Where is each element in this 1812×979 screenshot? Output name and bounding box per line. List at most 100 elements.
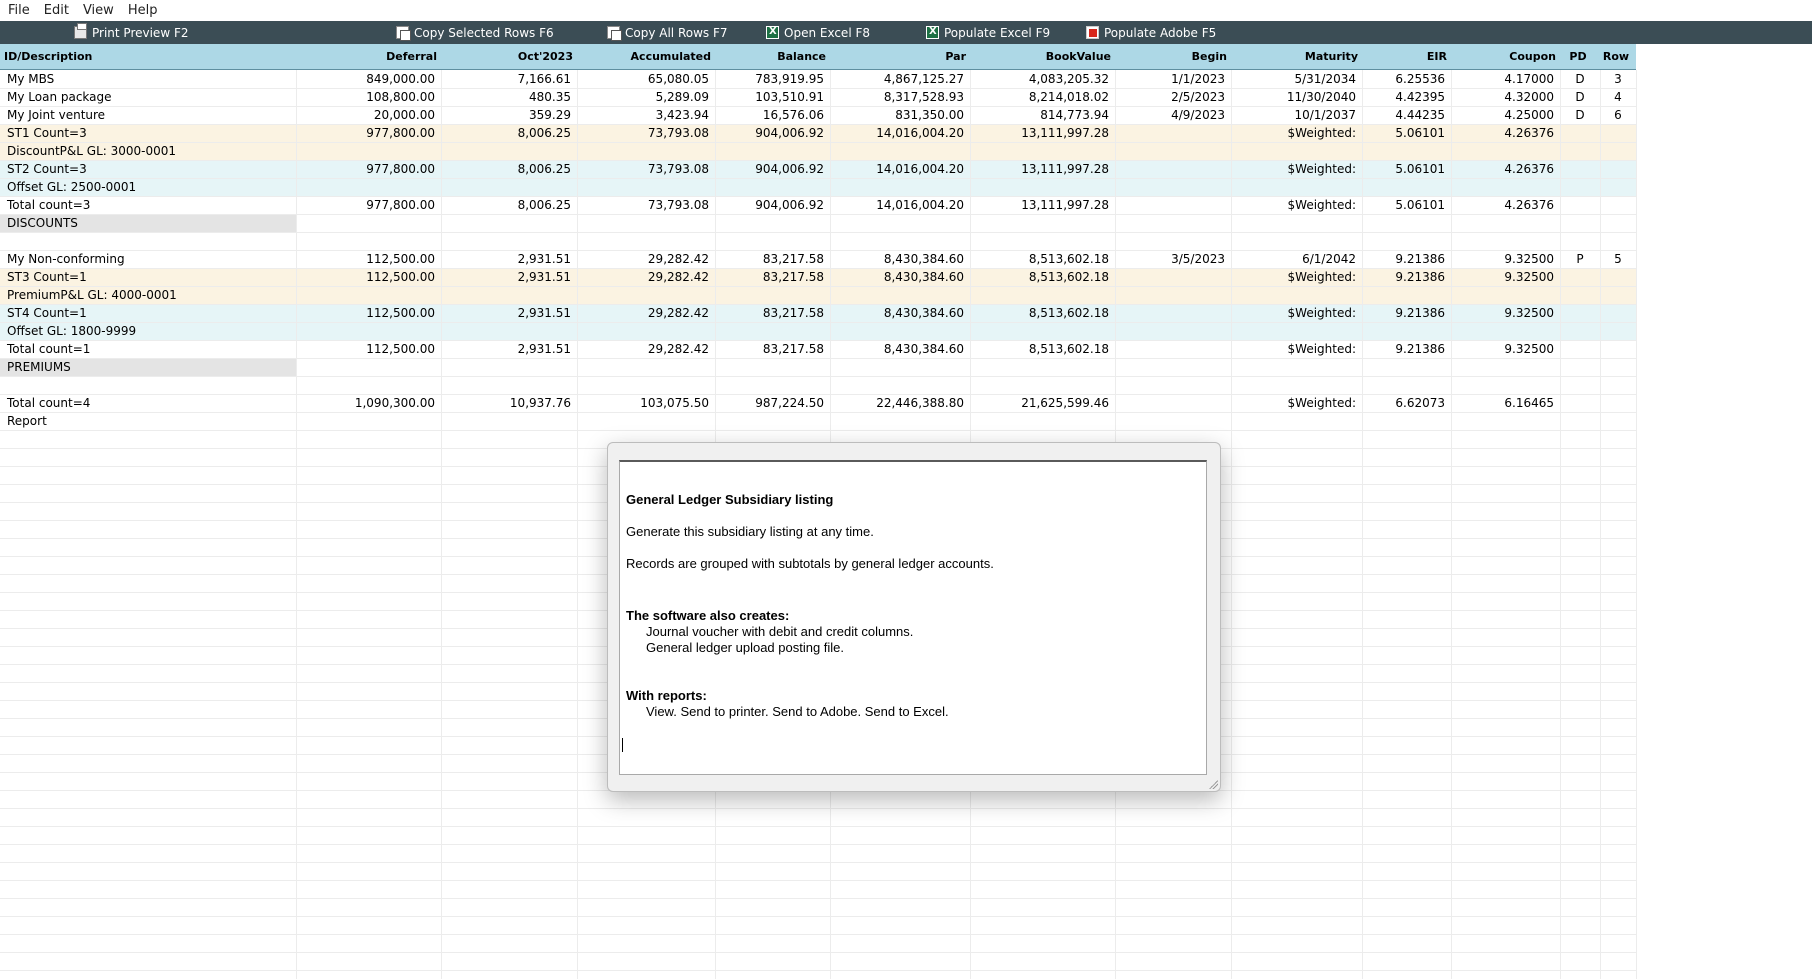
grid-hline (0, 142, 1636, 143)
column-header-10[interactable]: Coupon (1451, 44, 1560, 69)
table-cell: 14,016,004.20 (876, 126, 964, 140)
table-cell: 4/9/2023 (1171, 108, 1225, 122)
table-cell: 10,937.76 (509, 396, 571, 410)
column-header-4[interactable]: Balance (715, 44, 830, 69)
table-cell: 9.32500 (1504, 270, 1554, 284)
table-cell: PREMIUMS (0, 358, 296, 376)
table-cell: $Weighted: (1287, 126, 1356, 140)
table-cell (1115, 340, 1231, 358)
column-header-7[interactable]: Begin (1115, 44, 1231, 69)
column-header-2[interactable]: Oct'2023 (441, 44, 577, 69)
table-row[interactable] (0, 376, 1636, 394)
dialog-text-line: Records are grouped with subtotals by ge… (626, 556, 994, 571)
resize-grip-icon[interactable] (1208, 779, 1218, 789)
table-cell: 977,800.00 (366, 126, 435, 140)
table-cell (296, 286, 441, 304)
table-row[interactable]: Report (0, 412, 1636, 430)
grid-vline (296, 70, 297, 979)
table-cell (1451, 142, 1560, 160)
column-header-8[interactable]: Maturity (1231, 44, 1362, 69)
grid-hline (0, 232, 1636, 233)
column-header-0[interactable]: ID/Description (0, 44, 296, 69)
table-cell (970, 286, 1115, 304)
grid-hline (0, 178, 1636, 179)
table-row[interactable]: Total count=3 977,800.00 8,006.25 73,793.08… (0, 196, 1636, 214)
table-cell: 9.32500 (1504, 342, 1554, 356)
table-cell: 8,513,602.18 (1028, 270, 1109, 284)
grid-hline (0, 430, 1636, 431)
table-cell: 8,430,384.60 (883, 252, 964, 266)
table-cell (1231, 232, 1362, 250)
column-header-3[interactable]: Accumulated (577, 44, 715, 69)
table-row[interactable]: ST1 Count=3 977,800.00 8,006.25 73,793.08 90… (0, 124, 1636, 142)
column-header-6[interactable]: BookValue (970, 44, 1115, 69)
table-cell: 359.29 (529, 108, 571, 122)
menu-file[interactable]: File (0, 3, 36, 18)
table-cell: 5.06101 (1395, 126, 1445, 140)
table-row[interactable]: ST2 Count=3 977,800.00 8,006.25 73,793.08 90… (0, 160, 1636, 178)
grid-hline (0, 322, 1636, 323)
table-row[interactable]: Offset GL: 1800-9999 (0, 322, 1636, 340)
menu-view[interactable]: View (75, 3, 120, 18)
table-cell (441, 232, 577, 250)
table-cell (1600, 268, 1636, 286)
column-header-1[interactable]: Deferral (296, 44, 441, 69)
table-row[interactable]: My MBS 849,000.00 7,166.61 65,080.05 783,919… (0, 70, 1636, 88)
table-cell (970, 376, 1115, 394)
table-cell: Total count=3 (7, 198, 91, 212)
table-row[interactable]: ST3 Count=1 112,500.00 2,931.51 29,282.42 83… (0, 268, 1636, 286)
table-cell (1115, 376, 1231, 394)
column-header-5[interactable]: Par (830, 44, 970, 69)
table-row[interactable]: My Non-conforming 112,500.00 2,931.51 29,28… (0, 250, 1636, 268)
table-cell (1451, 214, 1560, 232)
table-row[interactable]: DiscountP&L GL: 3000-0001 (0, 142, 1636, 160)
column-header-12[interactable]: Row (1600, 44, 1636, 69)
info-textarea[interactable]: General Ledger Subsidiary listing Generat… (619, 460, 1207, 775)
table-row[interactable]: My Loan package 108,800.00 480.35 5,289.09 1… (0, 88, 1636, 106)
table-cell (830, 376, 970, 394)
table-cell: 20,000.00 (373, 108, 435, 122)
toolbar-button-4[interactable]: Populate Excel F9 (926, 21, 1050, 44)
toolbar-button-2[interactable]: Copy All Rows F7 (607, 21, 728, 44)
table-row[interactable]: DISCOUNTS (0, 214, 1636, 232)
column-header-9[interactable]: EIR (1362, 44, 1451, 69)
table-cell: 83,217.58 (762, 252, 824, 266)
column-header-11[interactable]: PD (1560, 44, 1600, 69)
table-cell (577, 178, 715, 196)
grid-hline (0, 412, 1636, 413)
table-cell (296, 322, 441, 340)
table-row[interactable]: Offset GL: 2500-0001 (0, 178, 1636, 196)
table-cell (1115, 394, 1231, 412)
grid-hline (0, 124, 1636, 125)
grid-hline (0, 862, 1636, 863)
table-row[interactable]: My Joint venture 20,000.00 359.29 3,423.94 1… (0, 106, 1636, 124)
grid-hline (0, 196, 1636, 197)
table-row[interactable]: Total count=1 112,500.00 2,931.51 29,282.42… (0, 340, 1636, 358)
grid-hline (0, 880, 1636, 881)
table-cell (970, 178, 1115, 196)
menu-edit[interactable]: Edit (36, 3, 75, 18)
table-cell: Report (7, 414, 47, 428)
table-cell (441, 412, 577, 430)
table-cell: 6.25536 (1395, 72, 1445, 86)
menu-help[interactable]: Help (120, 3, 164, 18)
table-row[interactable]: PremiumP&L GL: 4000-0001 (0, 286, 1636, 304)
grid-hline (0, 394, 1636, 395)
toolbar-button-3[interactable]: Open Excel F8 (766, 21, 870, 44)
info-dialog: General Ledger Subsidiary listing Generat… (607, 442, 1221, 792)
table-cell: 5.06101 (1395, 198, 1445, 212)
toolbar-button-0[interactable]: Print Preview F2 (74, 21, 188, 44)
table-row[interactable] (0, 232, 1636, 250)
toolbar-button-5[interactable]: Populate Adobe F5 (1086, 21, 1216, 44)
grid-hline (0, 88, 1636, 89)
table-row[interactable]: Total count=4 1,090,300.00 10,937.76 103,07… (0, 394, 1636, 412)
table-cell (1362, 178, 1451, 196)
table-cell (970, 322, 1115, 340)
table-row[interactable]: ST4 Count=1 112,500.00 2,931.51 29,282.42 83… (0, 304, 1636, 322)
grid-hline (0, 340, 1636, 341)
grid-hline (0, 826, 1636, 827)
table-row[interactable]: PREMIUMS (0, 358, 1636, 376)
table-cell: 4.26376 (1504, 198, 1554, 212)
toolbar-button-1[interactable]: Copy Selected Rows F6 (396, 21, 554, 44)
table-cell (1451, 178, 1560, 196)
